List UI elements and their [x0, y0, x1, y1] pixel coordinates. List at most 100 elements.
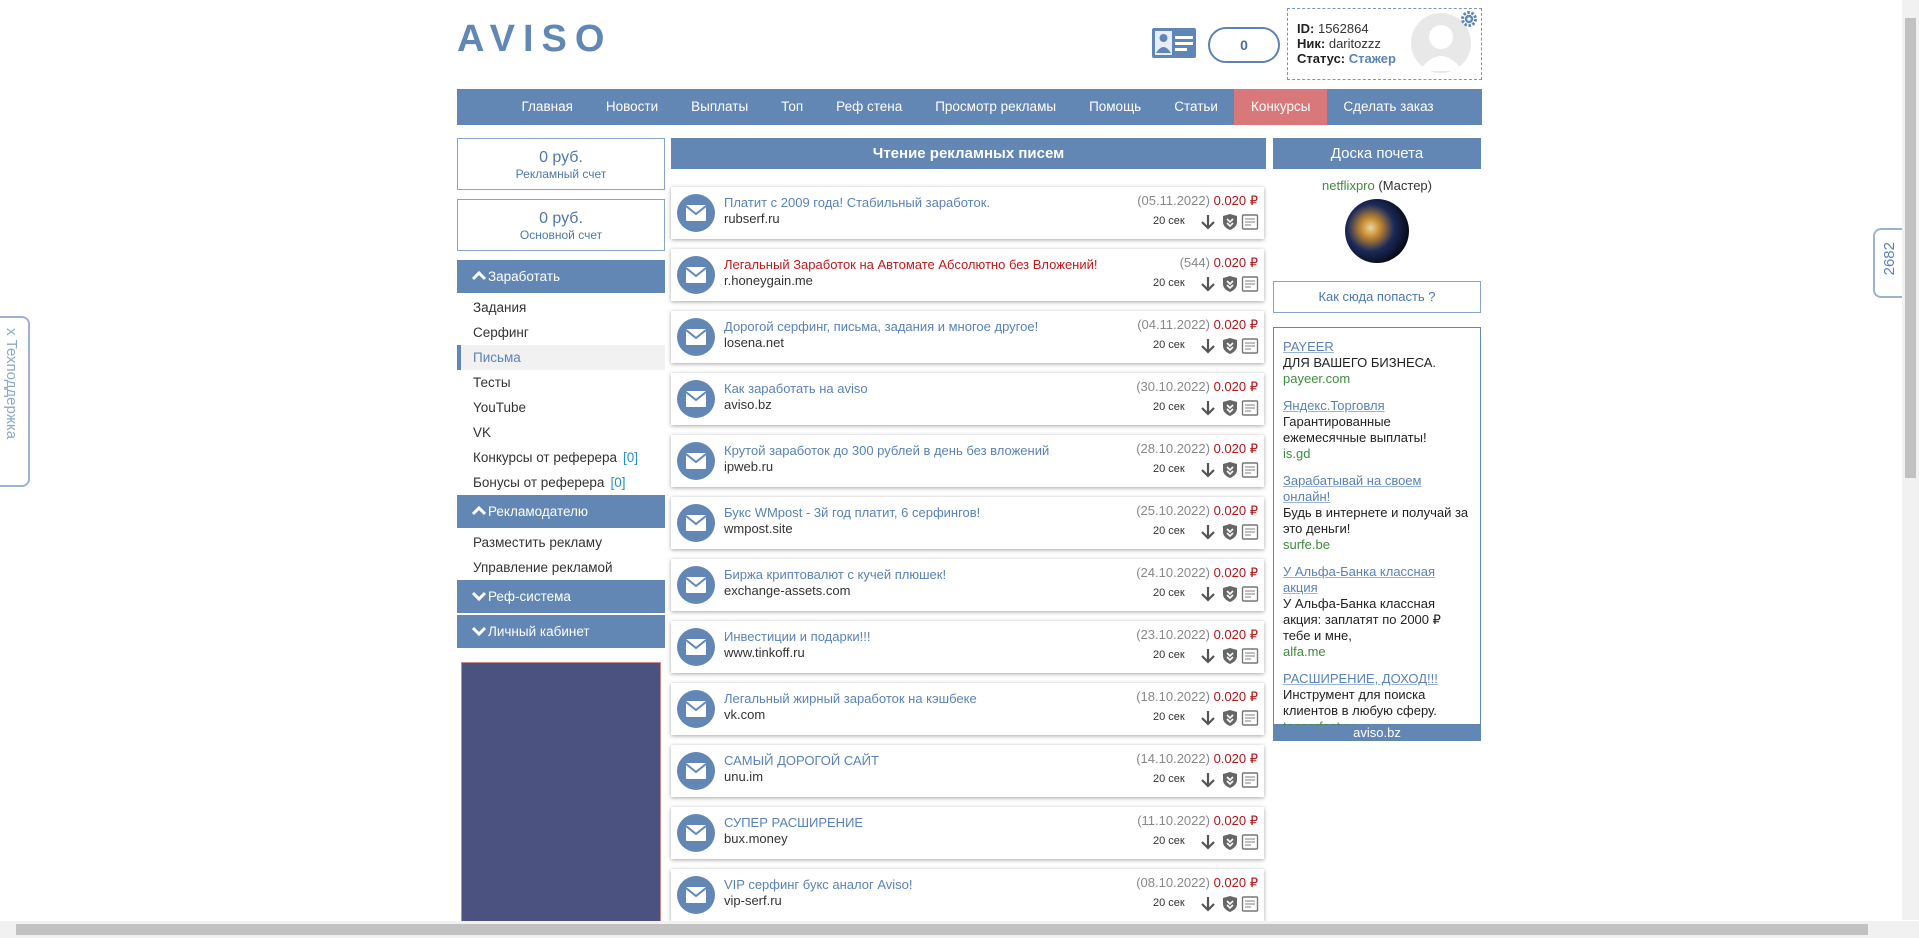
- shield-icon[interactable]: [1221, 461, 1239, 479]
- ad-balance[interactable]: 0 руб. Рекламный счет: [457, 138, 665, 190]
- shield-icon[interactable]: [1221, 399, 1239, 417]
- note-icon[interactable]: [1241, 771, 1259, 789]
- letter-row[interactable]: Биржа криптовалют с кучей плюшек! exchang…: [671, 559, 1264, 611]
- note-icon[interactable]: [1241, 337, 1259, 355]
- menu-tasks[interactable]: Задания: [457, 295, 665, 320]
- text-ad[interactable]: PAYEER ДЛЯ ВАШЕГО БИЗНЕСА. payeer.com: [1283, 339, 1471, 387]
- shield-icon[interactable]: [1221, 895, 1239, 913]
- shield-icon[interactable]: [1221, 213, 1239, 231]
- arrow-down-icon[interactable]: [1199, 337, 1217, 355]
- nav-view-ads[interactable]: Просмотр рекламы: [919, 89, 1073, 125]
- letter-title[interactable]: Легальный жирный заработок на кэшбеке: [724, 691, 977, 706]
- menu-ref-bonuses[interactable]: Бонусы от реферера [0]: [457, 470, 665, 495]
- how-to-get-here-button[interactable]: Как сюда попасть ?: [1273, 281, 1481, 313]
- scrollbar-thumb[interactable]: [1905, 18, 1916, 478]
- section-ref-system[interactable]: Реф-система: [457, 580, 665, 613]
- honor-avatar[interactable]: [1345, 199, 1409, 263]
- note-icon[interactable]: [1241, 833, 1259, 851]
- honor-user[interactable]: netflixpro (Мастер): [1273, 178, 1481, 193]
- letter-title[interactable]: Крутой заработок до 300 рублей в день бе…: [724, 443, 1049, 458]
- menu-tests[interactable]: Тесты: [457, 370, 665, 395]
- nav-top[interactable]: Топ: [765, 89, 820, 125]
- arrow-down-icon[interactable]: [1199, 461, 1217, 479]
- section-advertiser[interactable]: Рекламодателю: [457, 495, 665, 528]
- letter-row[interactable]: Дорогой серфинг, письма, задания и много…: [671, 311, 1264, 363]
- letter-row[interactable]: Легальный Заработок на Автомате Абсолютн…: [671, 249, 1264, 301]
- arrow-down-icon[interactable]: [1199, 585, 1217, 603]
- letter-row[interactable]: Легальный жирный заработок на кэшбеке vk.…: [671, 683, 1264, 735]
- ad-title[interactable]: РАСШИРЕНИЕ, ДОХОД!!!: [1283, 671, 1471, 687]
- envelope-icon[interactable]: [677, 380, 715, 418]
- shield-icon[interactable]: [1221, 337, 1239, 355]
- logo[interactable]: AVISO: [457, 18, 612, 61]
- note-icon[interactable]: [1241, 585, 1259, 603]
- letter-row[interactable]: Букс WMpost - 3й год платит, 6 серфингов…: [671, 497, 1264, 549]
- vertical-scrollbar[interactable]: [1902, 0, 1919, 920]
- nav-contests[interactable]: Конкурсы: [1234, 89, 1327, 125]
- envelope-icon[interactable]: [677, 194, 715, 232]
- note-icon[interactable]: [1241, 275, 1259, 293]
- letter-row[interactable]: Платит с 2009 года! Стабильный заработок…: [671, 187, 1264, 239]
- ad-url[interactable]: is.gd: [1283, 446, 1471, 462]
- nav-help[interactable]: Помощь: [1073, 89, 1158, 125]
- ads-footer[interactable]: aviso.bz: [1273, 725, 1481, 741]
- note-icon[interactable]: [1241, 647, 1259, 665]
- menu-letters[interactable]: Письма: [457, 345, 665, 370]
- text-ad[interactable]: Зарабатывай на своем онлайн! Будь в интер…: [1283, 473, 1471, 553]
- support-tab[interactable]: x Техподдержка: [0, 316, 30, 487]
- shield-icon[interactable]: [1221, 833, 1239, 851]
- envelope-icon[interactable]: [677, 628, 715, 666]
- arrow-down-icon[interactable]: [1199, 771, 1217, 789]
- letter-row[interactable]: САМЫЙ ДОРОГОЙ САЙТ unu.im (14.10.2022) 0.0…: [671, 745, 1264, 797]
- arrow-down-icon[interactable]: [1199, 213, 1217, 231]
- status-value[interactable]: Стажер: [1349, 51, 1396, 66]
- letter-title[interactable]: САМЫЙ ДОРОГОЙ САЙТ: [724, 753, 879, 768]
- letter-row[interactable]: Инвестиции и подарки!!! www.tinkoff.ru (23…: [671, 621, 1264, 673]
- menu-surfing[interactable]: Серфинг: [457, 320, 665, 345]
- shield-icon[interactable]: [1221, 709, 1239, 727]
- letter-title[interactable]: Легальный Заработок на Автомате Абсолютн…: [724, 257, 1097, 272]
- ad-url[interactable]: alfa.me: [1283, 644, 1471, 660]
- nav-make-order[interactable]: Сделать заказ: [1327, 89, 1450, 125]
- shield-icon[interactable]: [1221, 647, 1239, 665]
- menu-ref-contests[interactable]: Конкурсы от реферера [0]: [457, 445, 665, 470]
- ad-title[interactable]: PAYEER: [1283, 339, 1471, 355]
- envelope-icon[interactable]: [677, 318, 715, 356]
- note-icon[interactable]: [1241, 213, 1259, 231]
- letter-title[interactable]: Букс WMpost - 3й год платит, 6 серфингов…: [724, 505, 980, 520]
- note-icon[interactable]: [1241, 523, 1259, 541]
- note-icon[interactable]: [1241, 399, 1259, 417]
- ad-url[interactable]: surfe.be: [1283, 537, 1471, 553]
- menu-place-ad[interactable]: Разместить рекламу: [457, 530, 665, 555]
- text-ad[interactable]: Яндекс.Торговля Гарантированные ежемесячн…: [1283, 398, 1471, 462]
- ad-url[interactable]: payeer.com: [1283, 371, 1471, 387]
- note-icon[interactable]: [1241, 461, 1259, 479]
- balance-counter[interactable]: 0: [1208, 27, 1280, 63]
- note-icon[interactable]: [1241, 709, 1259, 727]
- ad-title[interactable]: У Альфа-Банка классная акция: [1283, 564, 1471, 596]
- section-cabinet[interactable]: Личный кабинет: [457, 615, 665, 648]
- scrollbar-thumb[interactable]: [16, 924, 1868, 935]
- envelope-icon[interactable]: [677, 752, 715, 790]
- shield-icon[interactable]: [1221, 275, 1239, 293]
- letter-title[interactable]: Биржа криптовалют с кучей плюшек!: [724, 567, 946, 582]
- menu-vk[interactable]: VK: [457, 420, 665, 445]
- note-icon[interactable]: [1241, 895, 1259, 913]
- menu-manage-ads[interactable]: Управление рекламой: [457, 555, 665, 580]
- menu-youtube[interactable]: YouTube: [457, 395, 665, 420]
- envelope-icon[interactable]: [677, 566, 715, 604]
- support-label[interactable]: x Техподдержка: [3, 328, 20, 439]
- ad-title[interactable]: Яндекс.Торговля: [1283, 398, 1471, 414]
- nav-home[interactable]: Главная: [505, 89, 589, 125]
- nav-payouts[interactable]: Выплаты: [675, 89, 765, 125]
- letter-row[interactable]: VIP серфинг букс аналог Aviso! vip-serf.r…: [671, 869, 1264, 921]
- arrow-down-icon[interactable]: [1199, 709, 1217, 727]
- section-earn[interactable]: Заработать: [457, 260, 665, 293]
- nav-articles[interactable]: Статьи: [1158, 89, 1235, 125]
- shield-icon[interactable]: [1221, 523, 1239, 541]
- arrow-down-icon[interactable]: [1199, 523, 1217, 541]
- arrow-down-icon[interactable]: [1199, 275, 1217, 293]
- envelope-icon[interactable]: [677, 690, 715, 728]
- main-balance[interactable]: 0 руб. Основной счет: [457, 199, 665, 251]
- envelope-icon[interactable]: [677, 504, 715, 542]
